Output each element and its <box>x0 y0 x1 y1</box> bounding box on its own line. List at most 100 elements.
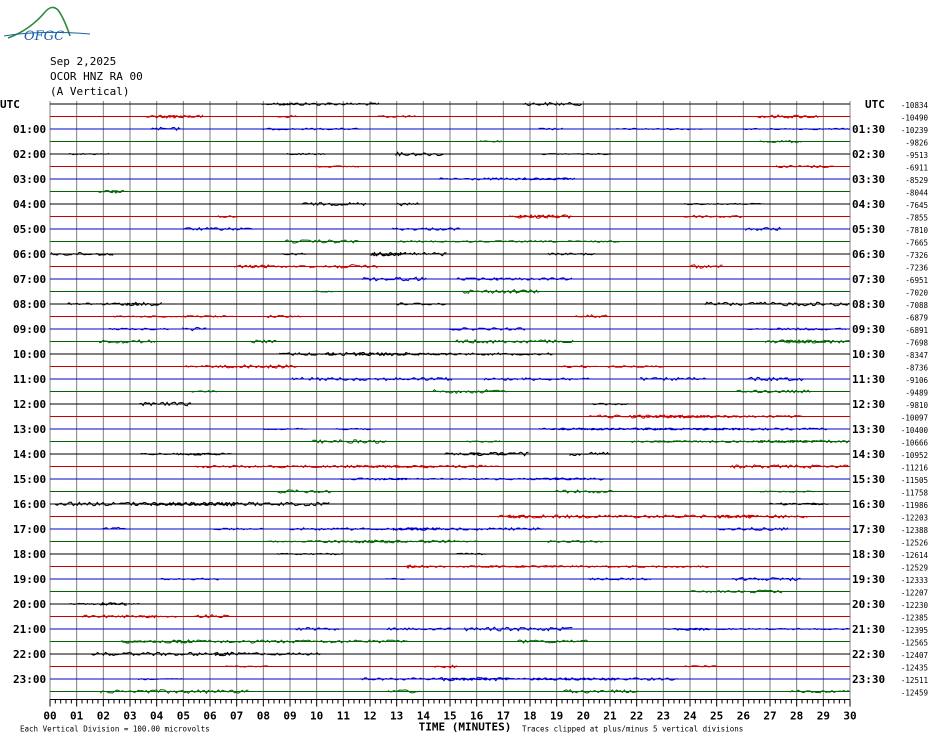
trace-offset-value: -7810 <box>905 226 928 235</box>
hour-label-left: 15:00 <box>13 473 46 486</box>
hour-label-left: 10:00 <box>13 348 46 361</box>
halfhour-label-right: 15:30 <box>852 473 885 486</box>
trace-signal <box>266 314 301 319</box>
trace-offset-value: -12526 <box>901 539 929 548</box>
halfhour-label-right: 03:30 <box>852 173 885 186</box>
trace-offset-value: -7326 <box>905 251 928 260</box>
hour-label-left: 14:00 <box>13 448 46 461</box>
hour-label-left: 09:00 <box>13 323 46 336</box>
trace-offset-value: -6911 <box>905 164 928 173</box>
trace-offset-value: -7698 <box>905 339 928 348</box>
hour-label-left: 21:00 <box>13 623 46 636</box>
x-tick-label: 29 <box>817 710 830 723</box>
x-tick-label: 18 <box>523 710 536 723</box>
trace-signal <box>150 126 181 132</box>
trace-signal <box>396 302 447 306</box>
hour-label-left: 02:00 <box>13 148 46 161</box>
halfhour-label-right: 07:30 <box>852 273 885 286</box>
trace-signal <box>640 376 707 382</box>
x-tick-label: 09 <box>283 710 296 723</box>
hour-label-left: 07:00 <box>13 273 46 286</box>
trace-signal <box>735 389 811 394</box>
trace-offset-value: -10834 <box>901 101 929 110</box>
trace-signal <box>184 364 227 369</box>
x-tick-label: 21 <box>603 710 617 723</box>
trace-offset-value: -7645 <box>905 201 928 210</box>
halfhour-label-right: 08:30 <box>852 298 885 311</box>
halfhour-label-right: 10:30 <box>852 348 885 361</box>
x-tick-label: 11 <box>337 710 351 723</box>
x-tick-label: 20 <box>577 710 590 723</box>
hour-label-left: 16:00 <box>13 498 46 511</box>
x-tick-label: 04 <box>150 710 164 723</box>
trace-offset-value: -9513 <box>905 151 928 160</box>
halfhour-label-right: 09:30 <box>852 323 885 336</box>
trace-offset-value: -7855 <box>905 214 928 223</box>
trace-offset-value: -8347 <box>905 351 928 360</box>
hour-label-left: 11:00 <box>13 373 46 386</box>
hour-label-left: 19:00 <box>13 573 46 586</box>
trace-signal <box>434 664 457 669</box>
x-tick-label: 27 <box>763 710 776 723</box>
x-tick-label: 22 <box>630 710 643 723</box>
trace-offset-value: -9489 <box>905 389 928 398</box>
trace-offset-value: -12333 <box>901 576 928 585</box>
trace-offset-value: -11216 <box>901 464 929 473</box>
halfhour-label-right: 16:30 <box>852 498 885 511</box>
hour-label-left: 04:00 <box>13 198 46 211</box>
x-tick-label: 10 <box>310 710 323 723</box>
seismogram-page: OFGC Sep 2,2025 OCOR HNZ RA 00 (A Vertic… <box>0 0 930 744</box>
halfhour-label-right: 14:30 <box>852 448 885 461</box>
trace-offset-value: -12435 <box>901 664 928 673</box>
halfhour-label-right: 05:30 <box>852 223 885 236</box>
halfhour-label-right: 06:30 <box>852 248 885 261</box>
trace-offset-value: -7236 <box>905 264 928 273</box>
trace-offset-value: -8044 <box>905 189 928 198</box>
hour-label-left: 12:00 <box>13 398 46 411</box>
hour-label-left: 08:00 <box>13 298 46 311</box>
trace-offset-value: -12511 <box>901 676 928 685</box>
footer-clip-note: Traces clipped at plus/minus 5 vertical … <box>522 725 743 734</box>
hour-label-left: 06:00 <box>13 248 46 261</box>
trace-offset-value: -12230 <box>901 601 929 610</box>
x-tick-label: 23 <box>657 710 670 723</box>
x-tick-label: 00 <box>43 710 56 723</box>
trace-signal <box>395 240 620 243</box>
x-tick-label: 24 <box>683 710 697 723</box>
hour-label-left: 13:00 <box>13 423 46 436</box>
trace-signal <box>138 615 178 618</box>
x-tick-label: 02 <box>97 710 110 723</box>
trace-signal <box>213 527 264 531</box>
trace-offset-value: -6891 <box>905 326 928 335</box>
trace-offset-value: -12614 <box>901 551 929 560</box>
x-tick-label: 28 <box>790 710 803 723</box>
hour-label-left: 20:00 <box>13 598 46 611</box>
trace-offset-value: -9826 <box>905 139 928 148</box>
trace-signal <box>717 526 789 531</box>
hour-label-left: 03:00 <box>13 173 46 186</box>
halfhour-label-right: 20:30 <box>852 598 885 611</box>
x-tick-label: 08 <box>257 710 270 723</box>
halfhour-label-right: 04:30 <box>852 198 885 211</box>
hour-label-left: 22:00 <box>13 648 46 661</box>
halfhour-label-right: 11:30 <box>852 373 885 386</box>
trace-offset-value: -10666 <box>901 439 929 448</box>
trace-offset-value: -10952 <box>901 451 928 460</box>
trace-offset-value: -12407 <box>901 651 928 660</box>
trace-offset-value: -8529 <box>905 176 928 185</box>
trace-signal <box>544 539 603 543</box>
x-tick-label: 25 <box>710 710 723 723</box>
trace-signal <box>700 414 741 419</box>
trace-offset-value: -12385 <box>901 614 928 623</box>
x-tick-label: 12 <box>363 710 376 723</box>
trace-offset-value: -6951 <box>905 276 928 285</box>
trace-signal <box>523 101 582 107</box>
halfhour-label-right: 19:30 <box>852 573 885 586</box>
trace-offset-value: -12459 <box>901 689 928 698</box>
halfhour-label-right: 12:30 <box>852 398 885 411</box>
trace-offset-value: -12203 <box>901 514 928 523</box>
hour-label-left: 23:00 <box>13 673 46 686</box>
hour-label-left: 18:00 <box>13 548 46 561</box>
trace-offset-value: -12529 <box>901 564 928 573</box>
trace-signal <box>483 377 519 381</box>
